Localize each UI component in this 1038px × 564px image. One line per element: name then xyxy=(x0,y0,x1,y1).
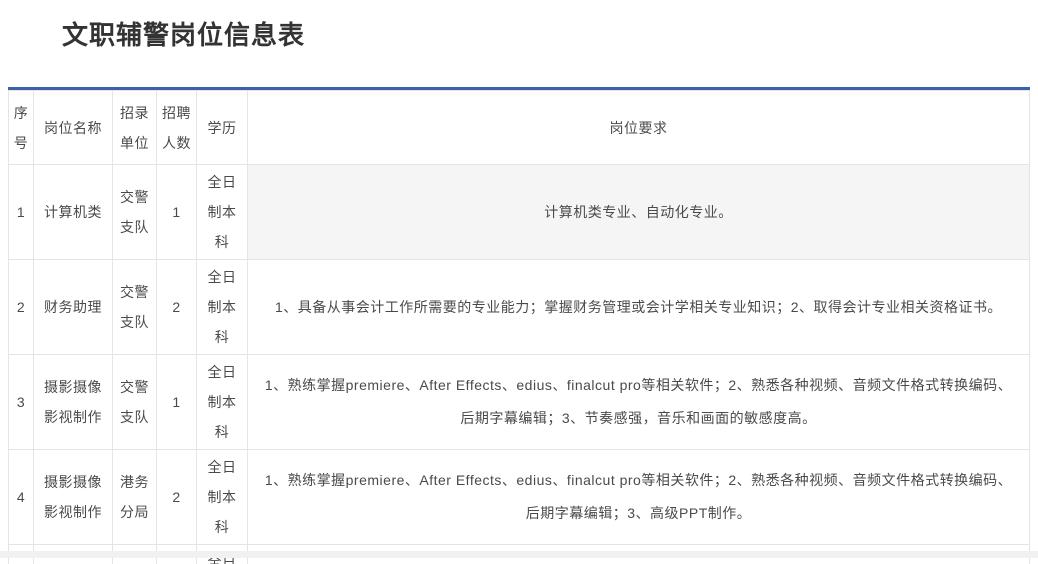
col-header-position: 岗位名称 xyxy=(33,90,113,165)
cell-index: 2 xyxy=(8,259,34,355)
cell-unit: 交警支队 xyxy=(112,164,157,260)
table-row: 1 计算机类 交警支队 1 全日制本科 计算机类专业、自动化专业。 xyxy=(8,164,1030,260)
cell-count: 1 xyxy=(156,354,197,450)
cell-index: 3 xyxy=(8,354,34,450)
horizontal-scrollbar-track[interactable] xyxy=(0,551,1038,558)
cell-requirements: 计算机类专业、自动化专业。 xyxy=(247,164,1030,260)
col-header-index: 序号 xyxy=(8,90,34,165)
cell-education: 全日制本科 xyxy=(196,354,248,450)
cell-index: 4 xyxy=(8,449,34,545)
cell-count: 2 xyxy=(156,449,197,545)
cell-requirements: 1、熟练掌握premiere、After Effects、edius、final… xyxy=(247,449,1030,545)
page-title: 文职辅警岗位信息表 xyxy=(62,20,306,50)
col-header-count: 招聘人数 xyxy=(156,90,197,165)
cell-position: 财务助理 xyxy=(33,259,113,355)
cell-count: 2 xyxy=(156,259,197,355)
cell-position: 摄影摄像影视制作 xyxy=(33,449,113,545)
positions-table: 序号 岗位名称 招录单位 招聘人数 学历 岗位要求 1 计算机类 交警支队 1 全日制本… xyxy=(8,87,1030,564)
cell-index: 1 xyxy=(8,164,34,260)
col-header-education: 学历 xyxy=(196,90,248,165)
cell-position: 计算机类 xyxy=(33,164,113,260)
table-row: 2 财务助理 交警支队 2 全日制本科 1、具备从事会计工作所需要的专业能力；掌握财务管理… xyxy=(8,259,1030,355)
page: 文职辅警岗位信息表 序号 岗位名称 招录单位 招聘人数 学历 岗位要求 1 计算… xyxy=(0,0,1038,564)
cell-position: 摄影摄像影视制作 xyxy=(33,354,113,450)
header-row: 序号 岗位名称 招录单位 招聘人数 学历 岗位要求 xyxy=(8,90,1030,165)
cell-requirements: 1、熟练掌握premiere、After Effects、edius、final… xyxy=(247,354,1030,450)
cell-unit: 交警支队 xyxy=(112,259,157,355)
positions-table-grid: 序号 岗位名称 招录单位 招聘人数 学历 岗位要求 1 计算机类 交警支队 1 全日制本… xyxy=(8,90,1030,564)
cell-unit: 交警支队 xyxy=(112,354,157,450)
cell-education: 全日制本科 xyxy=(196,164,248,260)
cell-education: 全日制本科 xyxy=(196,259,248,355)
col-header-requirements: 岗位要求 xyxy=(247,90,1030,165)
cell-unit: 港务分局 xyxy=(112,449,157,545)
cell-count: 1 xyxy=(156,164,197,260)
cell-requirements: 1、具备从事会计工作所需要的专业能力；掌握财务管理或会计学相关专业知识；2、取得… xyxy=(247,259,1030,355)
cell-education: 全日制本科 xyxy=(196,449,248,545)
col-header-unit: 招录单位 xyxy=(112,90,157,165)
table-row: 3 摄影摄像影视制作 交警支队 1 全日制本科 1、熟练掌握premiere、After … xyxy=(8,354,1030,450)
table-row: 4 摄影摄像影视制作 港务分局 2 全日制本科 1、熟练掌握premiere、After … xyxy=(8,449,1030,545)
